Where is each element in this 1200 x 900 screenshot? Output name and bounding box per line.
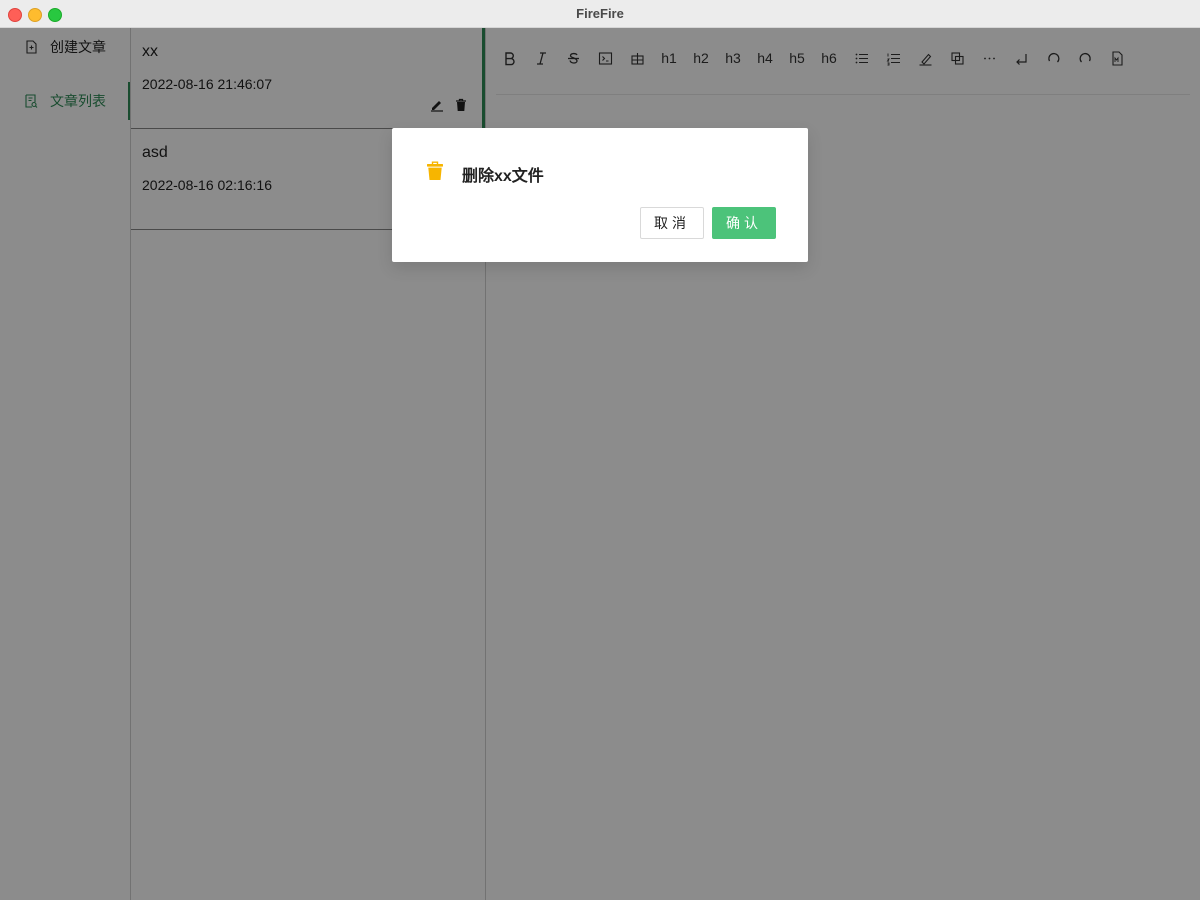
trash-icon xyxy=(426,161,444,181)
cancel-button[interactable]: 取消 xyxy=(640,207,704,239)
window-title: FireFire xyxy=(576,6,624,21)
dialog-title: 删除xx文件 xyxy=(462,168,544,185)
confirm-button[interactable]: 确认 xyxy=(712,207,776,239)
delete-confirm-dialog: 删除xx文件 取消 确认 xyxy=(392,128,808,262)
title-bar: FireFire xyxy=(0,0,1200,28)
